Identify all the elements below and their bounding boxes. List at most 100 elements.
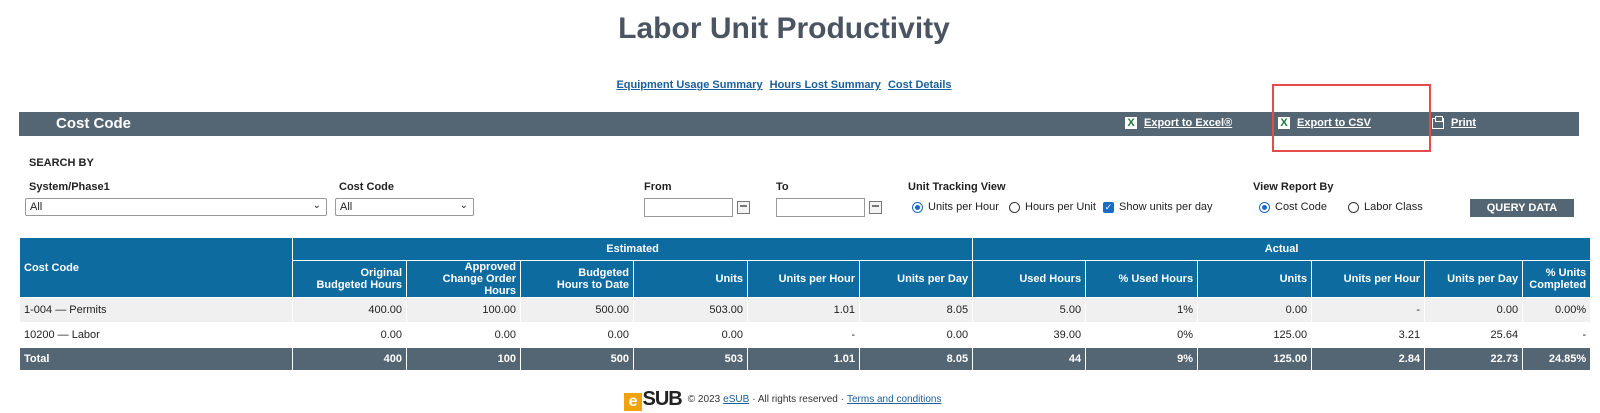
units-per-hour-label: Units per Hour [928, 201, 999, 213]
estimated-units-per-day-header: Units per Day [858, 260, 974, 298]
from-date-input[interactable] [644, 198, 733, 217]
table-cell: 1.01 [747, 347, 860, 371]
table-cell: 1% [1085, 297, 1199, 323]
header-bar-title: Cost Code [56, 115, 131, 132]
total-label: Total [19, 347, 293, 371]
approved-change-order-hours-header: Approved Change Order Hours [406, 260, 521, 298]
table-cell: 25.64 [1424, 322, 1524, 348]
hours-per-unit-radio[interactable]: Hours per Unit [1009, 201, 1096, 213]
table-cell: 0.00 [1424, 297, 1524, 323]
table-cell: 0.00 [292, 322, 407, 348]
from-label: From [644, 181, 672, 193]
search-by-heading: SEARCH BY [29, 157, 94, 169]
table-cell: 100.00 [406, 297, 521, 323]
table-cell: - [1522, 322, 1592, 348]
system-phase-label: System/Phase1 [29, 181, 110, 193]
footer: e SUB © 2023 eSUB · All rights reserved ·… [0, 388, 1568, 411]
chevron-down-icon: ⌄ [459, 200, 468, 211]
checkmark-icon: ✓ [1103, 201, 1114, 213]
productivity-table: Cost Code Estimated Actual Original Budge… [19, 237, 1592, 371]
show-units-per-day-checkbox[interactable]: ✓ Show units per day [1103, 201, 1213, 213]
actual-units-per-hour-header: Units per Hour [1311, 260, 1426, 298]
cost-code-label: Cost Code [339, 181, 394, 193]
table-cell: 100 [406, 347, 521, 371]
view-cost-code-label: Cost Code [1275, 201, 1327, 213]
print-label: Print [1451, 117, 1477, 129]
radio-unselected-icon [1009, 201, 1020, 213]
table-cell: 8.05 [858, 347, 974, 371]
total-row: Total 400 100 500 503 1.01 8.05 44 9% 12… [19, 347, 1592, 371]
actual-group-header: Actual [972, 237, 1592, 261]
table-cell: 22.73 [1424, 347, 1524, 371]
units-per-hour-radio[interactable]: Units per Hour [912, 201, 999, 213]
table-cell: 0.00 [633, 322, 748, 348]
table-cell: 0.00 [520, 322, 634, 348]
table-cell: 2.84 [1311, 347, 1426, 371]
esub-link[interactable]: eSUB [723, 394, 749, 405]
calendar-icon[interactable] [737, 201, 750, 214]
terms-link[interactable]: Terms and conditions [847, 394, 942, 405]
radio-selected-icon [1259, 201, 1270, 213]
cost-code-cell: 10200 — Labor [19, 322, 293, 348]
to-date-input[interactable] [776, 198, 865, 217]
table-cell: 8.05 [858, 297, 974, 323]
table-cell: 0.00 [1197, 297, 1313, 323]
cost-code-cell: 1-004 — Permits [19, 297, 293, 323]
table-cell: 1.01 [747, 297, 860, 323]
esub-logo: e SUB [623, 388, 683, 411]
table-cell: 0.00% [1522, 297, 1592, 323]
table-cell: 0.00 [858, 322, 974, 348]
unit-tracking-label: Unit Tracking View [908, 181, 1006, 193]
table-cell: 5.00 [972, 297, 1087, 323]
view-report-by-label: View Report By [1253, 181, 1334, 193]
table-cell: 0.00 [406, 322, 521, 348]
system-phase-select[interactable]: All ⌄ [25, 198, 327, 216]
table-cell: 44 [972, 347, 1087, 371]
highlight-box [1272, 84, 1431, 152]
table-cell: 3.21 [1311, 322, 1426, 348]
radio-unselected-icon [1348, 201, 1359, 213]
original-budgeted-hours-header: Original Budgeted Hours [292, 260, 407, 298]
query-data-button[interactable]: QUERY DATA [1470, 199, 1574, 217]
chevron-down-icon: ⌄ [312, 200, 321, 211]
excel-icon: X [1125, 117, 1137, 129]
cost-code-value: All [340, 201, 353, 213]
copyright-text: © 2023 [687, 394, 721, 405]
table-cell: 0% [1085, 322, 1199, 348]
table-cell: 24.85% [1522, 347, 1592, 371]
actual-units-header: Units [1197, 260, 1313, 298]
estimated-units-header: Units [633, 260, 748, 298]
printer-icon [1432, 115, 1444, 129]
view-labor-class-label: Labor Class [1364, 201, 1423, 213]
table-cell: - [747, 322, 860, 348]
equipment-usage-summary-link[interactable]: Equipment Usage Summary [616, 79, 762, 91]
table-cell: 503.00 [633, 297, 748, 323]
percent-units-completed-header: % Units Completed [1522, 260, 1592, 298]
table-cell: 500 [520, 347, 634, 371]
table-cell: 125.00 [1197, 322, 1313, 348]
cost-details-link[interactable]: Cost Details [888, 79, 952, 91]
actual-units-per-day-header: Units per Day [1424, 260, 1524, 298]
hours-per-unit-label: Hours per Unit [1025, 201, 1096, 213]
table-cell: 125.00 [1197, 347, 1313, 371]
view-cost-code-radio[interactable]: Cost Code [1259, 201, 1327, 213]
percent-used-hours-header: % Used Hours [1085, 260, 1199, 298]
calendar-icon[interactable] [869, 201, 882, 214]
to-label: To [776, 181, 789, 193]
print-button[interactable]: Print [1432, 115, 1477, 129]
table-row: 1-004 — Permits 400.00 100.00 500.00 503… [19, 297, 1592, 323]
table-row: 10200 — Labor 0.00 0.00 0.00 0.00 - 0.00… [19, 322, 1592, 348]
radio-selected-icon [912, 201, 923, 213]
page-title: Labor Unit Productivity [618, 12, 950, 45]
rights-text: · All rights reserved · [752, 394, 844, 405]
cost-code-column-header: Cost Code [19, 237, 293, 298]
table-cell: - [1311, 297, 1426, 323]
used-hours-header: Used Hours [972, 260, 1087, 298]
export-excel-button[interactable]: X Export to Excel® [1125, 117, 1232, 129]
hours-lost-summary-link[interactable]: Hours Lost Summary [770, 79, 881, 91]
budgeted-hours-to-date-header: Budgeted Hours to Date [520, 260, 634, 298]
table-cell: 503 [633, 347, 748, 371]
view-labor-class-radio[interactable]: Labor Class [1348, 201, 1423, 213]
cost-code-select[interactable]: All ⌄ [335, 198, 474, 216]
table-cell: 400 [292, 347, 407, 371]
